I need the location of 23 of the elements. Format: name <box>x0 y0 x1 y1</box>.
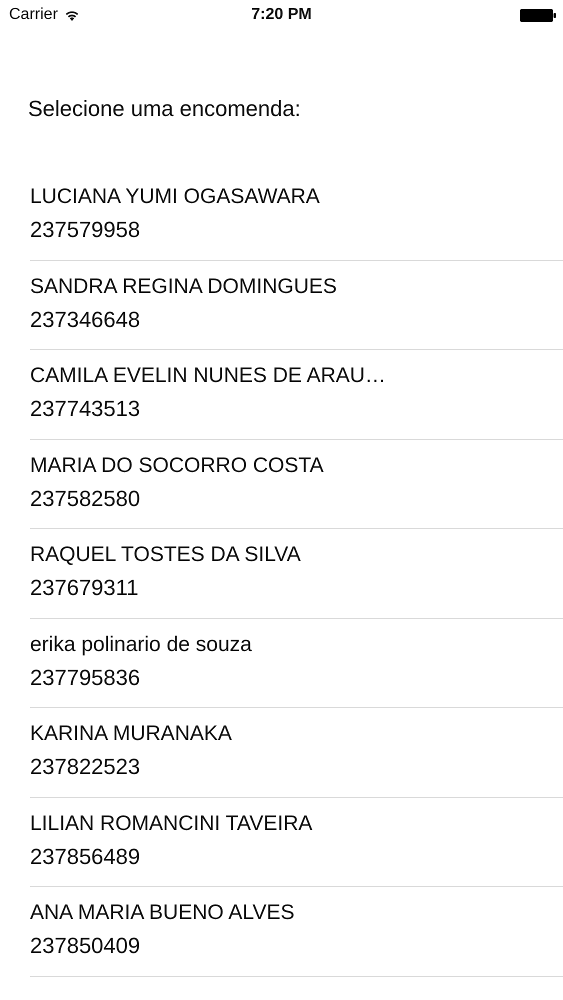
customer-name: ANA MARIA BUENO ALVES <box>30 900 295 926</box>
customer-name: LILIAN ROMANCINI TAVEIRA <box>30 810 312 836</box>
customer-name: MARIA DO SOCORRO COSTA <box>30 452 324 478</box>
carrier-name: Carrier <box>9 6 58 24</box>
order-number: 237856489 <box>30 842 140 870</box>
battery-icon <box>520 8 556 22</box>
order-number: 237743513 <box>30 395 140 423</box>
customer-name: SANDRA REGINA DOMINGUES <box>30 274 337 300</box>
order-number: 237850409 <box>30 932 140 960</box>
customer-name: KARINA MURANAKA <box>30 721 232 747</box>
customer-name: erika polinario de souza <box>30 632 252 658</box>
wifi-icon <box>64 9 80 21</box>
order-number: 237582580 <box>30 484 140 512</box>
order-number: 237795836 <box>30 664 140 692</box>
order-number: 237346648 <box>30 306 140 334</box>
order-number: 237822523 <box>30 753 140 781</box>
order-number: 237679311 <box>30 574 138 602</box>
status-time: 7:20 PM <box>251 6 312 23</box>
list-heading: Selecione uma encomenda: <box>28 95 302 123</box>
order-number: 237579958 <box>30 216 140 244</box>
customer-name: LUCIANA YUMI OGASAWARA <box>30 184 320 210</box>
customer-name: RAQUEL TOSTES DA SILVA <box>30 542 301 568</box>
customer-name: CAMILA EVELIN NUNES DE ARAU… <box>30 363 386 389</box>
